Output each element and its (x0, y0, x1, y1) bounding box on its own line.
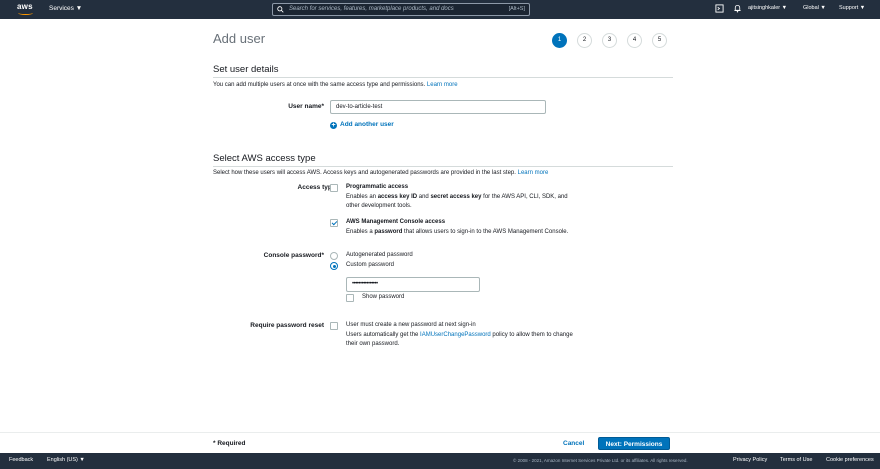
access-type-section-title: Select AWS access type (213, 153, 316, 164)
show-password-checkbox[interactable] (346, 294, 354, 302)
next-permissions-button[interactable]: Next: Permissions (598, 437, 670, 450)
step-5[interactable]: 5 (652, 33, 667, 48)
user-name-label: User name* (288, 103, 324, 110)
autogenerated-password-radio[interactable] (330, 252, 338, 260)
add-another-user-link[interactable]: + Add another user (330, 121, 394, 129)
aws-logo[interactable]: aws (17, 2, 35, 16)
require-password-reset-text: User must create a new password at next … (346, 321, 626, 350)
learn-more-link[interactable]: Learn more (518, 170, 549, 176)
text: Enables a (346, 228, 375, 235)
iam-user-change-password-link[interactable]: IAMUserChangePassword (420, 332, 491, 338)
text-bold: password (374, 228, 403, 235)
plus-circle-icon: + (330, 122, 337, 129)
services-menu[interactable]: Services ▼ (49, 5, 82, 12)
require-password-reset-label: Require password reset (250, 322, 324, 329)
add-another-user-label: Add another user (340, 121, 394, 128)
text: Users automatically get the (346, 331, 421, 338)
password-input[interactable]: •••••••••••••••• (346, 277, 480, 292)
show-password-label: Show password (362, 294, 405, 300)
cloudshell-icon[interactable] (715, 4, 724, 13)
step-4[interactable]: 4 (627, 33, 642, 48)
text: for the AWS API, CLI, SDK, and (481, 193, 568, 200)
text: policy to allow them to change (490, 331, 573, 338)
programmatic-access-title: Programmatic access (346, 184, 409, 190)
page-title: Add user (213, 31, 266, 46)
custom-password-radio[interactable] (330, 262, 338, 270)
text-bold: secret access key (430, 193, 482, 200)
description-text: You can add multiple users at once with … (213, 82, 426, 88)
text: User must create a new password at next … (346, 322, 476, 328)
search-bar[interactable]: Search for services, features, marketpla… (272, 3, 530, 16)
copyright-text: © 2008 - 2021, Amazon Internet Services … (513, 458, 688, 463)
text: Enables an (346, 193, 378, 200)
step-2[interactable]: 2 (577, 33, 592, 48)
text: that allows users to sign-in to the AWS … (402, 228, 569, 235)
learn-more-link[interactable]: Learn more (427, 82, 458, 88)
text-bold: access key ID (377, 193, 418, 200)
region-menu[interactable]: Global ▼ (803, 5, 826, 11)
console-password-label: Console password* (263, 252, 324, 259)
user-name-input[interactable]: dev-to-article-test (330, 100, 546, 114)
text: their own password. (346, 341, 400, 347)
language-selector[interactable]: English (US) ▼ (47, 457, 85, 463)
user-details-description: You can add multiple users at once with … (213, 82, 458, 88)
feedback-link[interactable]: Feedback (9, 457, 33, 463)
privacy-policy-link[interactable]: Privacy Policy (733, 457, 767, 463)
console-access-title: AWS Management Console access (346, 219, 446, 225)
step-3[interactable]: 3 (602, 33, 617, 48)
top-navigation: aws Services ▼ Search for services, feat… (0, 0, 880, 19)
console-access-checkbox[interactable] (330, 219, 338, 227)
action-bar: * Required Cancel Next: Permissions (0, 432, 880, 453)
step-1[interactable]: 1 (552, 33, 567, 48)
required-note: * Required (213, 440, 246, 447)
search-icon (277, 6, 284, 13)
terms-of-use-link[interactable]: Terms of Use (780, 457, 812, 463)
programmatic-access-option: Programmatic access Enables an access ke… (346, 183, 626, 212)
cancel-button[interactable]: Cancel (563, 440, 584, 447)
console-access-option: AWS Management Console access Enables a … (346, 218, 646, 237)
user-details-section-title: Set user details (213, 64, 279, 75)
divider (213, 166, 673, 167)
programmatic-access-checkbox[interactable] (330, 184, 338, 192)
footer: Feedback English (US) ▼ © 2008 - 2021, A… (0, 453, 880, 469)
custom-password-label: Custom password (346, 262, 395, 268)
bell-icon[interactable] (733, 4, 742, 13)
autogenerated-password-label: Autogenerated password (346, 252, 413, 258)
require-password-reset-checkbox[interactable] (330, 322, 338, 330)
access-type-description: Select how these users will access AWS. … (213, 170, 548, 176)
support-menu[interactable]: Support ▼ (839, 5, 865, 11)
text: other development tools. (346, 203, 412, 209)
account-menu[interactable]: ajitsinghkaler ▼ (748, 5, 787, 11)
search-placeholder: Search for services, features, marketpla… (289, 6, 454, 12)
access-type-label: Access type* (297, 184, 338, 191)
aws-logo-text: aws (17, 2, 33, 11)
description-text: Select how these users will access AWS. … (213, 170, 516, 176)
search-shortcut: [Alt+S] (508, 6, 525, 12)
text: and (417, 193, 431, 200)
cookie-preferences-link[interactable]: Cookie preferences (826, 457, 874, 463)
divider (213, 77, 673, 78)
aws-smile-icon (18, 11, 33, 15)
